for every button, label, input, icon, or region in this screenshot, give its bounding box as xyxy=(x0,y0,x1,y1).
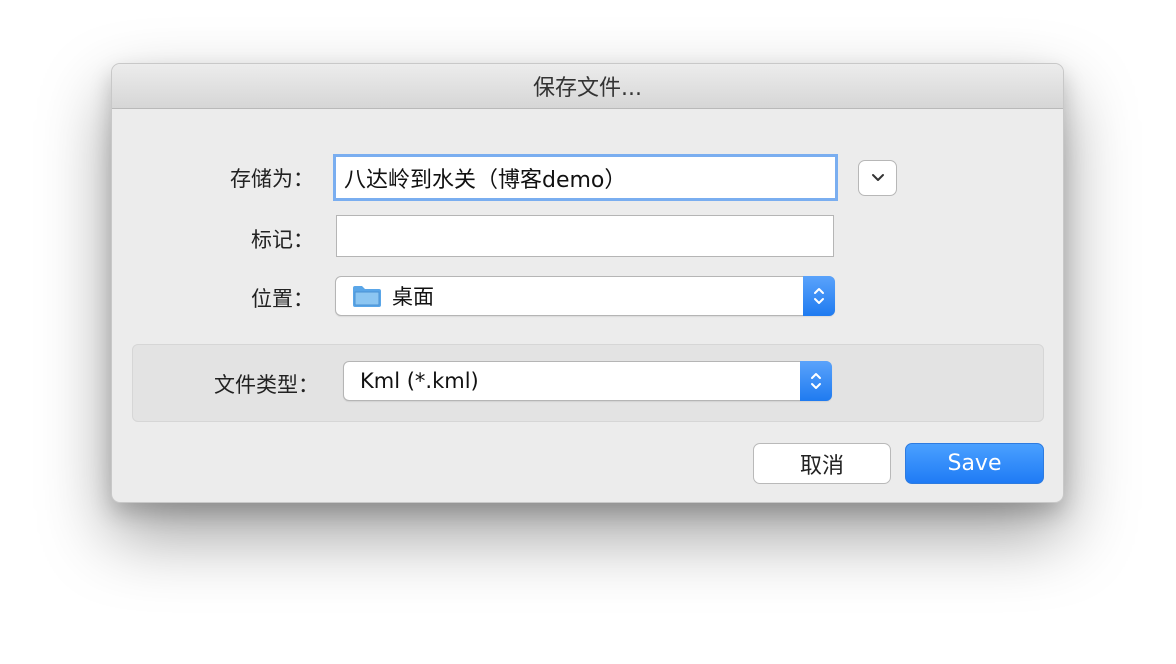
save-dialog: 保存文件... 存储为： 八达岭到水关（博客demo） 标记： 位置： 桌面 文… xyxy=(111,63,1064,503)
expand-dialog-button[interactable] xyxy=(858,160,897,196)
location-label: 位置： xyxy=(251,287,314,311)
cancel-button[interactable]: 取消 xyxy=(753,443,891,484)
folder-icon xyxy=(353,286,381,307)
save-button[interactable]: Save xyxy=(905,443,1044,484)
tags-label: 标记： xyxy=(251,228,314,252)
tags-input[interactable] xyxy=(336,215,834,257)
filetype-value: Kml (*.kml) xyxy=(360,369,479,393)
location-popup[interactable]: 桌面 xyxy=(335,276,835,316)
filetype-label: 文件类型： xyxy=(214,373,319,397)
filetype-popup[interactable]: Kml (*.kml) xyxy=(343,361,832,401)
save-as-label: 存储为： xyxy=(230,167,314,191)
chevron-down-icon xyxy=(871,174,884,181)
location-stepper[interactable] xyxy=(803,276,835,316)
up-down-chevron-icon xyxy=(811,373,821,389)
save-button-label: Save xyxy=(947,451,1002,476)
save-as-value: 八达岭到水关（博客demo） xyxy=(344,167,627,193)
filetype-stepper[interactable] xyxy=(800,361,832,401)
location-value: 桌面 xyxy=(392,285,434,309)
cancel-button-label: 取消 xyxy=(799,453,844,479)
dialog-titlebar[interactable]: 保存文件... xyxy=(112,64,1063,109)
up-down-chevron-icon xyxy=(814,288,824,304)
save-as-input[interactable]: 八达岭到水关（博客demo） xyxy=(333,154,838,201)
dialog-title: 保存文件... xyxy=(533,76,642,101)
